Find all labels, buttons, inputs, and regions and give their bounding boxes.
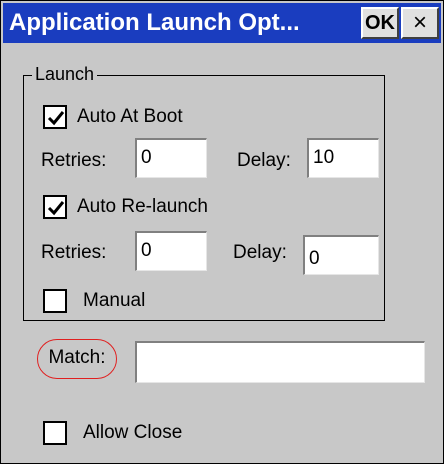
relaunch-retries-field[interactable]: 0 xyxy=(135,231,207,271)
boot-delay-field[interactable]: 10 xyxy=(307,138,379,178)
boot-retries-label: Retries: xyxy=(41,150,107,171)
manual-label: Manual xyxy=(83,290,146,311)
auto-at-boot-label: Auto At Boot xyxy=(77,106,183,127)
dialog-window: Application Launch Opt... OK × Launch Au… xyxy=(0,0,444,464)
relaunch-delay-field[interactable]: 0 xyxy=(303,235,379,275)
allow-close-label: Allow Close xyxy=(83,422,183,443)
launch-group-label: Launch xyxy=(32,63,98,85)
title-bar: Application Launch Opt... OK × xyxy=(3,3,441,43)
auto-relaunch-label: Auto Re-launch xyxy=(77,196,208,217)
manual-checkbox[interactable] xyxy=(43,289,67,313)
dialog-title: Application Launch Opt... xyxy=(9,9,300,36)
ok-button[interactable]: OK xyxy=(361,7,399,39)
relaunch-retries-label: Retries: xyxy=(41,242,107,263)
match-label: Match: xyxy=(37,339,117,379)
match-input[interactable] xyxy=(135,341,425,383)
auto-relaunch-checkbox[interactable] xyxy=(43,195,67,219)
boot-retries-field[interactable]: 0 xyxy=(135,138,207,178)
checkmark-icon xyxy=(47,201,65,216)
boot-delay-label: Delay: xyxy=(237,150,291,171)
checkmark-icon xyxy=(47,111,65,126)
close-button[interactable]: × xyxy=(401,7,439,39)
relaunch-delay-label: Delay: xyxy=(233,242,287,263)
auto-at-boot-checkbox[interactable] xyxy=(43,105,67,129)
allow-close-checkbox[interactable] xyxy=(43,421,67,445)
